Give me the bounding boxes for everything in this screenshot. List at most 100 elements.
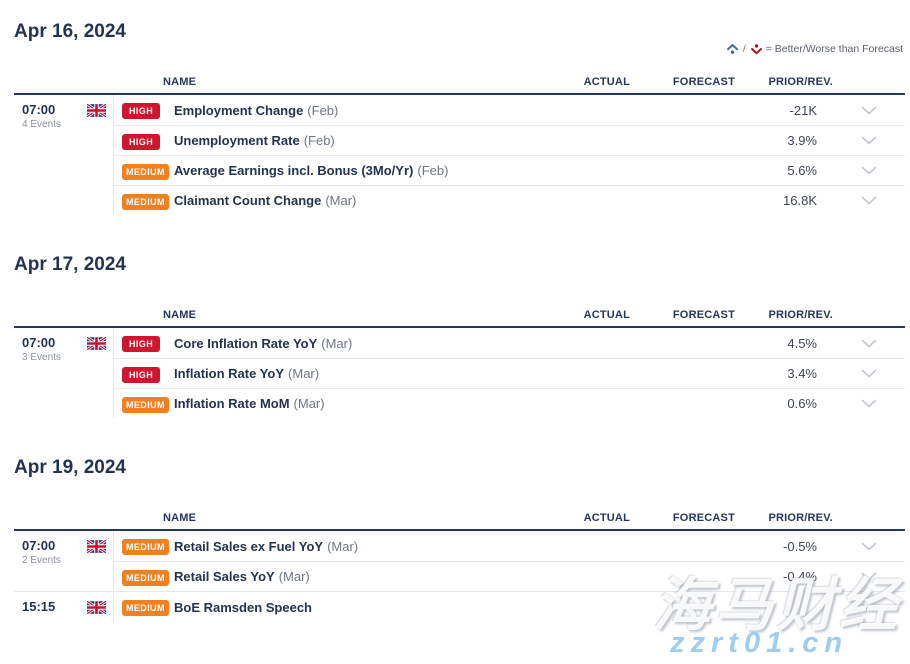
- uk-flag-icon: [87, 601, 106, 614]
- prior-value: 0.6%: [735, 396, 833, 411]
- chevron-down-icon[interactable]: [861, 603, 877, 612]
- chevron-down-icon[interactable]: [861, 369, 877, 378]
- time-stack: 07:00 3 Events: [22, 335, 61, 363]
- event-row[interactable]: HIGH Inflation Rate YoY (Mar) 3.4%: [114, 358, 905, 388]
- event-name-cell: MEDIUM Retail Sales YoY (Mar): [114, 568, 540, 586]
- column-header-name: NAME: [113, 309, 540, 321]
- event-name-cell: MEDIUM Average Earnings incl. Bonus (3Mo…: [114, 162, 540, 180]
- time-group: 07:00 4 Events HIGH Employment Change (F…: [14, 95, 905, 215]
- event-row[interactable]: HIGH Employment Change (Feb) -21K: [114, 95, 905, 125]
- event-row[interactable]: MEDIUM Retail Sales YoY (Mar) -0.4%: [114, 561, 905, 591]
- time-cell: 15:15: [14, 592, 113, 622]
- badge-cell: HIGH: [122, 101, 172, 119]
- uk-flag-icon: [87, 540, 106, 553]
- expand-cell: [833, 166, 905, 175]
- worse-than-forecast-icon: [750, 43, 763, 55]
- chevron-down-icon[interactable]: [861, 136, 877, 145]
- event-name: Retail Sales YoY: [174, 569, 275, 584]
- events-count: 2 Events: [22, 555, 61, 566]
- event-row[interactable]: MEDIUM Retail Sales ex Fuel YoY (Mar) -0…: [114, 531, 905, 561]
- events-count: 4 Events: [22, 119, 61, 130]
- time-stack: 07:00 2 Events: [22, 538, 61, 566]
- badge-cell: MEDIUM: [122, 162, 172, 180]
- event-name: Unemployment Rate: [174, 133, 300, 148]
- event-period: (Mar): [288, 366, 319, 381]
- column-header-name: NAME: [113, 512, 540, 524]
- badge-cell: MEDIUM: [122, 568, 172, 586]
- event-row[interactable]: MEDIUM Average Earnings incl. Bonus (3Mo…: [114, 155, 905, 185]
- event-name-cell: HIGH Core Inflation Rate YoY (Mar): [114, 334, 540, 352]
- expand-cell: [833, 542, 905, 551]
- time-cell: 07:00 4 Events: [14, 95, 113, 215]
- importance-badge: MEDIUM: [122, 570, 169, 586]
- chevron-down-icon[interactable]: [861, 196, 877, 205]
- expand-cell: [833, 196, 905, 205]
- day-heading: Apr 19, 2024: [14, 456, 905, 479]
- importance-badge: HIGH: [122, 134, 160, 150]
- uk-flag-icon: [87, 104, 106, 117]
- time-group: 15:15 MEDIUM BoE Ramsden Speech: [14, 591, 905, 622]
- column-header-actual: ACTUAL: [540, 512, 630, 524]
- chevron-down-icon[interactable]: [861, 339, 877, 348]
- time-cell: 07:00 2 Events: [14, 531, 113, 591]
- day-heading: Apr 16, 2024: [14, 20, 905, 43]
- event-period: (Feb): [307, 103, 338, 118]
- time-stack: 07:00 4 Events: [22, 102, 61, 130]
- chevron-down-icon[interactable]: [861, 166, 877, 175]
- event-name: Core Inflation Rate YoY: [174, 336, 317, 351]
- time-group: 07:00 3 Events HIGH Core Inflation Rate …: [14, 328, 905, 418]
- event-time: 15:15: [22, 599, 55, 614]
- time-group: 07:00 2 Events MEDIUM Retail Sales ex Fu…: [14, 531, 905, 591]
- expand-cell: [833, 339, 905, 348]
- economic-calendar-page: / = Better/Worse than Forecast Apr 16, 2…: [0, 20, 910, 664]
- time-groups: 07:00 4 Events HIGH Employment Change (F…: [14, 95, 905, 215]
- chevron-down-icon[interactable]: [861, 106, 877, 115]
- importance-badge: HIGH: [122, 367, 160, 383]
- importance-badge: HIGH: [122, 103, 160, 119]
- event-name: Average Earnings incl. Bonus (3Mo/Yr): [174, 163, 413, 178]
- importance-badge: MEDIUM: [122, 164, 169, 180]
- prior-value: 3.9%: [735, 133, 833, 148]
- prior-value: -21K: [735, 103, 833, 118]
- chevron-down-icon[interactable]: [861, 572, 877, 581]
- importance-badge: HIGH: [122, 336, 160, 352]
- column-header-actual: ACTUAL: [540, 309, 630, 321]
- importance-badge: MEDIUM: [122, 397, 169, 413]
- column-header-actual: ACTUAL: [540, 76, 630, 88]
- column-header-name: NAME: [113, 76, 540, 88]
- expand-cell: [833, 572, 905, 581]
- event-name: Inflation Rate MoM: [174, 396, 290, 411]
- event-period: (Mar): [279, 569, 310, 584]
- event-rows: HIGH Employment Change (Feb) -21K HIGH U…: [113, 95, 905, 215]
- events-count: 3 Events: [22, 352, 61, 363]
- event-rows: MEDIUM BoE Ramsden Speech: [113, 592, 905, 622]
- event-row[interactable]: MEDIUM Inflation Rate MoM (Mar) 0.6%: [114, 388, 905, 418]
- event-period: (Mar): [325, 193, 356, 208]
- events-table: NAME ACTUAL FORECAST PRIOR/REV. 07:00 4 …: [14, 76, 905, 215]
- prior-value: -0.5%: [735, 539, 833, 554]
- event-row[interactable]: HIGH Unemployment Rate (Feb) 3.9%: [114, 125, 905, 155]
- prior-value: -0.4%: [735, 569, 833, 584]
- event-row[interactable]: MEDIUM Claimant Count Change (Mar) 16.8K: [114, 185, 905, 215]
- event-name: Inflation Rate YoY: [174, 366, 284, 381]
- expand-cell: [833, 136, 905, 145]
- expand-cell: [833, 369, 905, 378]
- expand-cell: [833, 399, 905, 408]
- calendar-sections: Apr 16, 2024 NAME ACTUAL FORECAST PRIOR/…: [14, 20, 905, 622]
- badge-cell: HIGH: [122, 365, 172, 383]
- event-name-cell: MEDIUM Inflation Rate MoM (Mar): [114, 395, 540, 413]
- uk-flag-icon: [87, 337, 106, 350]
- badge-cell: HIGH: [122, 132, 172, 150]
- time-cell: 07:00 3 Events: [14, 328, 113, 418]
- event-row[interactable]: HIGH Core Inflation Rate YoY (Mar) 4.5%: [114, 328, 905, 358]
- chevron-down-icon[interactable]: [861, 399, 877, 408]
- column-header-forecast: FORECAST: [630, 76, 735, 88]
- chevron-down-icon[interactable]: [861, 542, 877, 551]
- event-row[interactable]: MEDIUM BoE Ramsden Speech: [114, 592, 905, 622]
- event-time: 07:00: [22, 538, 61, 553]
- time-groups: 07:00 3 Events HIGH Core Inflation Rate …: [14, 328, 905, 418]
- table-header-row: NAME ACTUAL FORECAST PRIOR/REV.: [14, 76, 905, 95]
- forecast-legend: / = Better/Worse than Forecast: [726, 43, 903, 55]
- column-header-prior: PRIOR/REV.: [735, 309, 833, 321]
- event-name: BoE Ramsden Speech: [174, 600, 312, 615]
